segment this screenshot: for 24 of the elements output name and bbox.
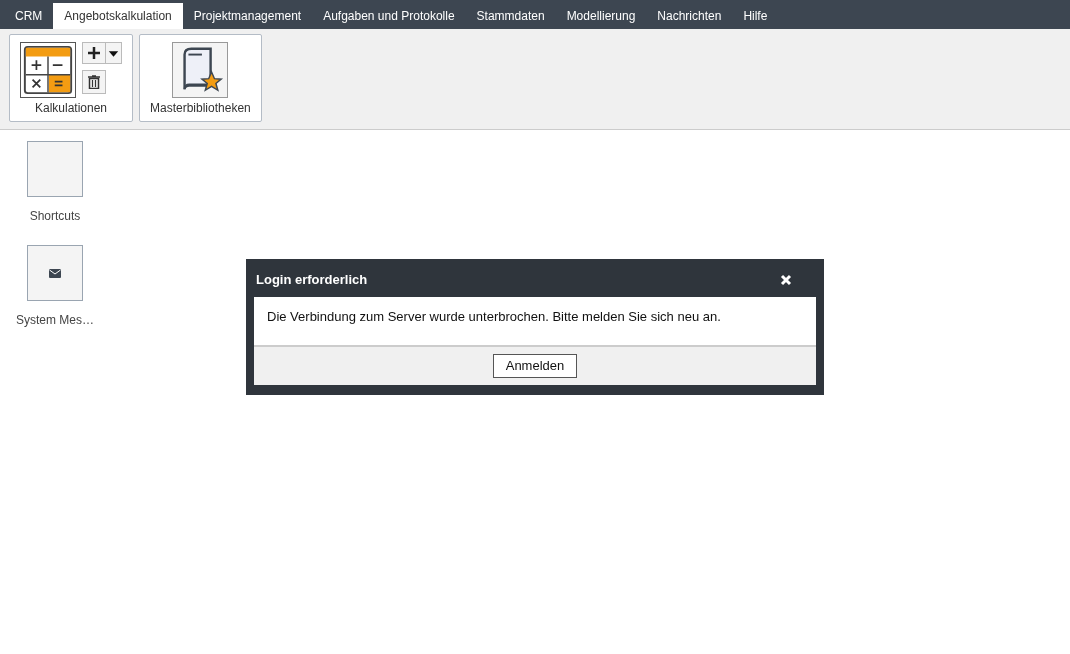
trash-icon	[88, 75, 100, 89]
login-button[interactable]: Anmelden	[492, 354, 578, 378]
calculator-icon[interactable]	[20, 42, 76, 98]
add-split-button[interactable]	[82, 42, 122, 64]
menu-tab[interactable]: Hilfe	[732, 3, 779, 29]
tile-label: Shortcuts	[29, 208, 81, 225]
ribbon-label: Masterbibliotheken	[150, 100, 251, 117]
menu-tab[interactable]: Projektmanagement	[182, 3, 313, 29]
close-icon[interactable]	[780, 274, 792, 286]
dialog-message: Die Verbindung zum Server wurde unterbrochen. Bitte melden Sie sich neu an.	[266, 308, 722, 326]
shortcut-tile[interactable]	[27, 245, 83, 301]
menu-tab[interactable]: Aufgaben und Protokolle	[312, 3, 466, 29]
delete-button[interactable]	[82, 70, 106, 94]
dialog-title: Login erforderlich	[256, 271, 368, 290]
tile-label: System Mes…	[16, 312, 94, 329]
menu-tab[interactable]: Nachrichten	[646, 3, 733, 29]
menu-tab[interactable]: Angebotskalkulation	[53, 3, 183, 29]
shortcut-tile[interactable]	[27, 141, 83, 197]
ribbon-label: Kalkulationen	[34, 100, 108, 117]
envelope-icon	[49, 268, 61, 278]
caret-icon	[105, 43, 121, 63]
menu-tab[interactable]: Stammdaten	[465, 3, 556, 29]
menu-tab[interactable]: Modellierung	[555, 3, 647, 29]
menu-tab[interactable]: CRM	[4, 3, 54, 29]
